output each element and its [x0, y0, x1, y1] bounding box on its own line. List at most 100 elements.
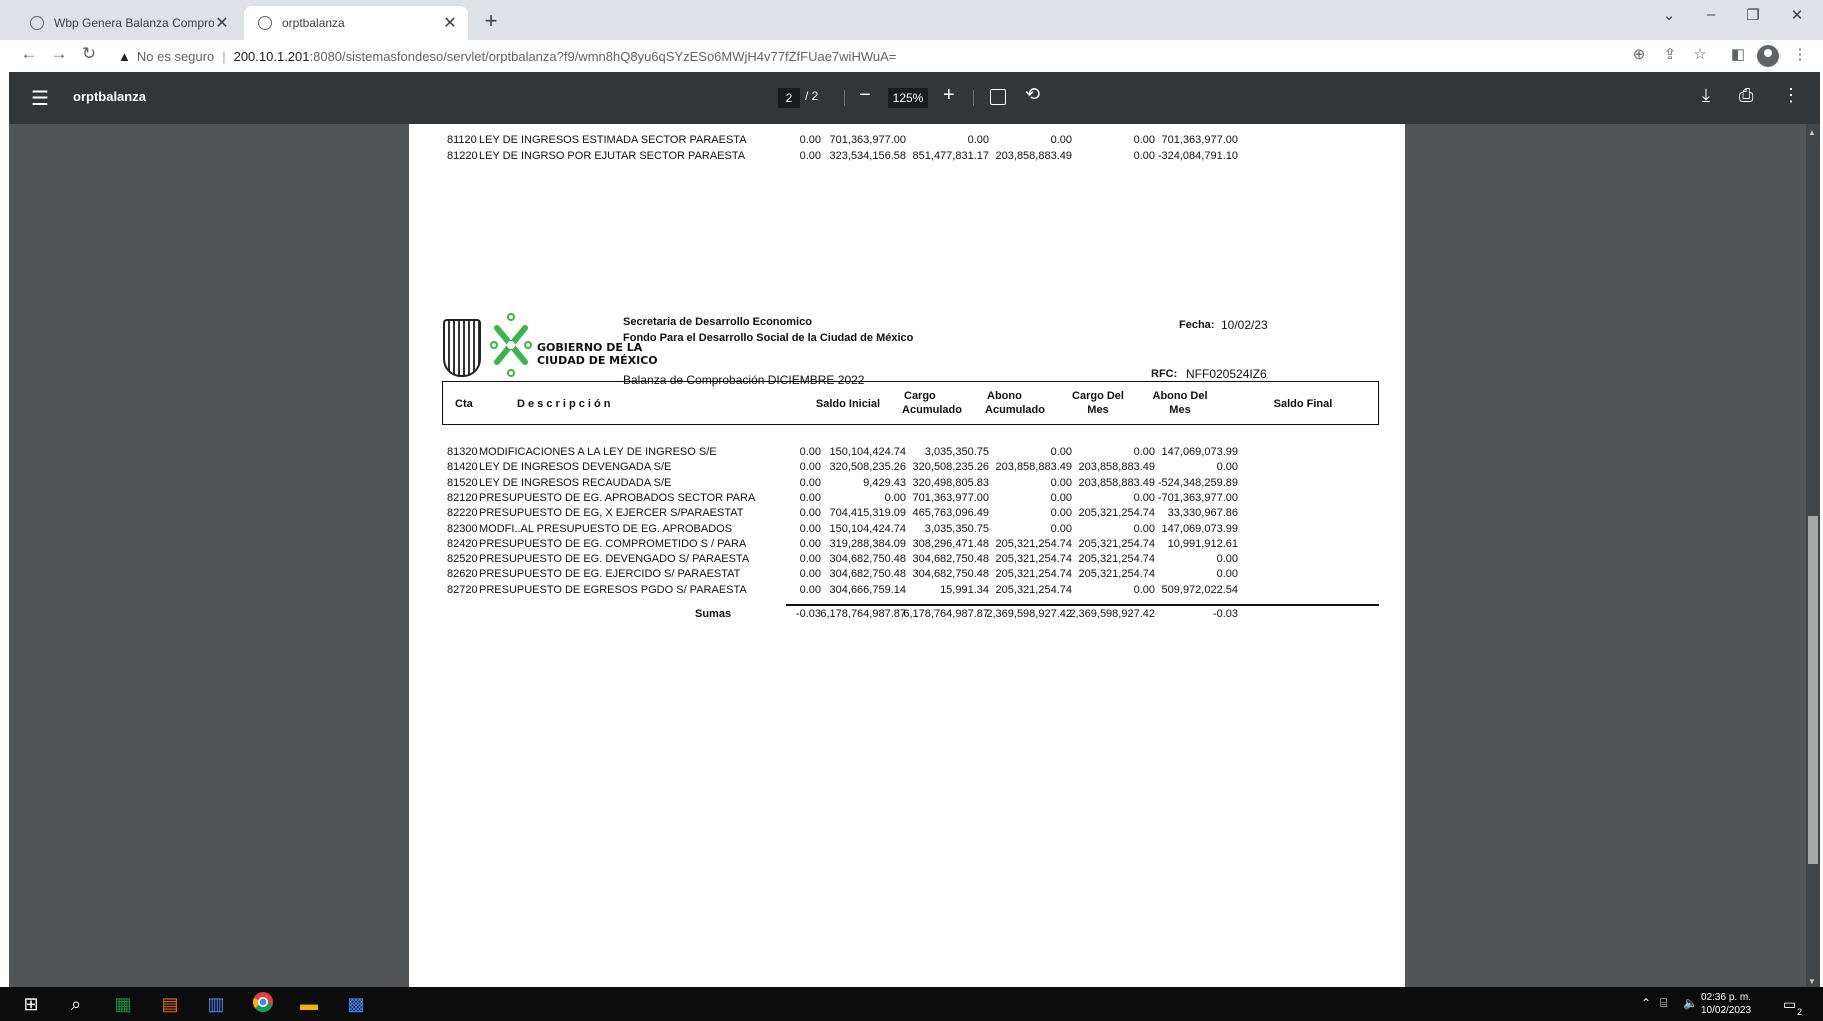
calculator-icon[interactable]: ▩ — [343, 991, 369, 1017]
col-header-line: Abono — [987, 390, 1022, 402]
volume-muted-icon[interactable]: 🔈 — [1683, 996, 1698, 1010]
hamburger-menu-icon[interactable]: ☰ — [31, 86, 49, 111]
minimize-button[interactable]: – — [1691, 6, 1731, 23]
cell-desc: LEY DE INGRESOS RECAUDADA S/E — [479, 476, 672, 489]
spreadsheet-app-icon[interactable]: ▦ — [110, 991, 136, 1017]
windows-start-icon[interactable]: ⊞ — [18, 991, 44, 1017]
cell-cargo-mes: 0.00 — [1050, 507, 1072, 520]
sumas-label: Sumas — [695, 608, 732, 620]
browser-toolbar: ← → ↻ ▲ No es seguro | 200.10.1.201:8080… — [0, 40, 1823, 72]
page-number-input[interactable]: 2 — [778, 88, 800, 108]
tab-wbp-genera-balanza[interactable]: Wbp Genera Balanza Comprobac ✕ — [16, 6, 240, 40]
zoom-in-button[interactable]: + — [943, 84, 955, 107]
system-clock[interactable]: 02:36 p. m. 10/02/2023 — [1701, 991, 1751, 1017]
new-tab-button[interactable]: + — [478, 8, 504, 34]
cell-desc: LEY DE INGRESOS DEVENGADA S/E — [479, 461, 672, 474]
document-app-icon[interactable]: ▥ — [203, 991, 229, 1017]
close-tab-icon[interactable]: ✕ — [214, 13, 230, 33]
reload-icon[interactable]: ↻ — [77, 44, 101, 64]
col-header-saldo-inicial: Saldo Inicial — [815, 398, 881, 410]
scrollbar-thumb[interactable] — [1808, 516, 1818, 864]
fecha-label: Fecha: — [1179, 319, 1215, 331]
zoom-icon[interactable]: ⊕ — [1628, 45, 1650, 63]
pdf-page-2: GOBIERNO DE LA CIUDAD DE MÉXICO Secretar… — [409, 252, 1405, 987]
download-icon[interactable]: ⤓ — [1702, 85, 1710, 106]
windows-taskbar: ⊞ ⌕ ▦ ▤ ▥ ▬ ▩ ⌃ ⌸ 🔈 02:36 p. m. 10/02/20… — [0, 987, 1823, 1021]
cell-cargo-mes: 205,321,254.74 — [995, 553, 1072, 566]
presentation-app-icon[interactable]: ▤ — [157, 991, 183, 1017]
cell-saldo-final: 0.00 — [1216, 553, 1238, 566]
logo-text-line-2: CIUDAD DE MÉXICO — [537, 354, 658, 367]
rfc-value: NFF020524IZ6 — [1186, 367, 1267, 381]
cell-cargo-mes: 0.00 — [1050, 491, 1072, 504]
cell-desc: LEY DE INGRSO POR EJUTAR SECTOR PARAESTA — [479, 149, 746, 162]
tab-orptbalanza[interactable]: orptbalanza ✕ — [244, 6, 468, 40]
scroll-up-arrow-icon[interactable]: ▲ — [1808, 128, 1816, 137]
cell-cta: 82520 — [447, 553, 478, 566]
network-icon[interactable]: ⌸ — [1660, 996, 1667, 1011]
browser-tab-strip: Wbp Genera Balanza Comprobac ✕ orptbalan… — [0, 0, 1823, 40]
rotate-icon[interactable]: ⟲ — [1025, 84, 1040, 105]
cell-desc: MODIFICACIONES A LA LEY DE INGRESO S/E — [479, 446, 717, 458]
tab-search-icon[interactable]: ⌄ — [1649, 6, 1689, 24]
cell-cargo-mes: 0.00 — [1050, 134, 1072, 146]
separator: | — [222, 48, 226, 64]
cell-cta: 81420 — [447, 461, 478, 474]
search-icon[interactable]: ⌕ — [63, 991, 89, 1017]
coat-of-arms-logo — [443, 319, 481, 377]
url-path: :8080/sistemasfondeso/servlet/orptbalanz… — [309, 48, 897, 64]
more-options-icon[interactable]: ⋮ — [1782, 85, 1800, 106]
scroll-down-arrow-icon[interactable]: ▼ — [1808, 977, 1816, 986]
close-tab-icon[interactable]: ✕ — [442, 13, 458, 33]
cell-saldo-final: 33,330,967.86 — [1167, 507, 1238, 520]
cell-cargo-mes: 0.00 — [1050, 446, 1072, 458]
cell-saldo-final: 509,972,022.54 — [1161, 583, 1238, 596]
cell-cta: 81220 — [447, 149, 478, 162]
cell-saldo-final: 10,991,912.61 — [1167, 537, 1238, 550]
col-header-line: Mes — [1169, 404, 1191, 416]
forward-arrow-icon[interactable]: → — [47, 44, 71, 64]
cell-saldo-final: 701,363,977.00 — [1161, 134, 1238, 146]
cell-cta: 82220 — [447, 507, 478, 520]
fit-page-icon[interactable] — [990, 89, 1006, 105]
cell-saldo-final: 147,069,073.99 — [1161, 446, 1238, 458]
cell-cargo-mes: 0.00 — [1050, 522, 1072, 535]
sum-rule — [786, 604, 1379, 606]
close-window-button[interactable]: ✕ — [1777, 6, 1817, 24]
file-explorer-icon[interactable]: ▬ — [296, 991, 322, 1017]
cell-desc: LEY DE INGRESOS ESTIMADA SECTOR PARAESTA — [479, 134, 747, 146]
cell-cargo-mes: 205,321,254.74 — [995, 537, 1072, 550]
cell-cargo-mes: 0.00 — [1050, 476, 1072, 489]
sumas-saldo-final: -0.03 — [1212, 608, 1238, 620]
notifications-icon[interactable]: ▭ — [1783, 996, 1796, 1013]
restore-button[interactable]: ❐ — [1733, 6, 1773, 24]
col-header-line: Acumulado — [902, 404, 962, 416]
cell-cta: 82420 — [447, 537, 478, 550]
cell-cta: 82120 — [447, 491, 478, 504]
address-bar[interactable]: ▲ No es seguro | 200.10.1.201:8080/siste… — [118, 44, 896, 68]
show-hidden-icons-icon[interactable]: ⌃ — [1641, 996, 1651, 1010]
cell-cta: 81520 — [447, 476, 478, 489]
fecha-value: 10/02/23 — [1221, 318, 1268, 332]
col-header-descripcion: D e s c r i p c i ó n — [517, 398, 611, 410]
chrome-icon[interactable] — [250, 991, 276, 1017]
col-header-line: Abono Del — [1152, 390, 1208, 402]
cell-saldo-final: 0.00 — [1216, 461, 1238, 474]
print-icon[interactable]: ⎙ — [1739, 85, 1753, 106]
cell-cargo-mes: 203,858,883.49 — [995, 461, 1072, 474]
cell-cta: 82300 — [447, 522, 478, 535]
col-header-cargo-del-mes: Cargo Del Mes — [1058, 389, 1138, 417]
divider — [973, 90, 974, 106]
col-header-abono-acumulado: Abono Acumulado — [975, 389, 1055, 417]
bookmark-star-icon[interactable]: ☆ — [1689, 45, 1711, 63]
browser-menu-icon[interactable]: ⋮ — [1789, 45, 1811, 63]
col-header-saldo-final: Saldo Final — [1273, 398, 1333, 410]
zoom-level-input[interactable]: 125% — [888, 88, 928, 108]
back-arrow-icon[interactable]: ← — [17, 44, 41, 64]
share-icon[interactable]: ⇪ — [1659, 45, 1681, 63]
cell-saldo-final: 0.00 — [1216, 568, 1238, 581]
side-panel-icon[interactable]: ◧ — [1727, 45, 1749, 63]
zoom-out-button[interactable]: − — [859, 84, 871, 107]
cell-saldo-final: -701,363,977.00 — [1157, 491, 1238, 504]
profile-avatar[interactable] — [1757, 45, 1779, 67]
